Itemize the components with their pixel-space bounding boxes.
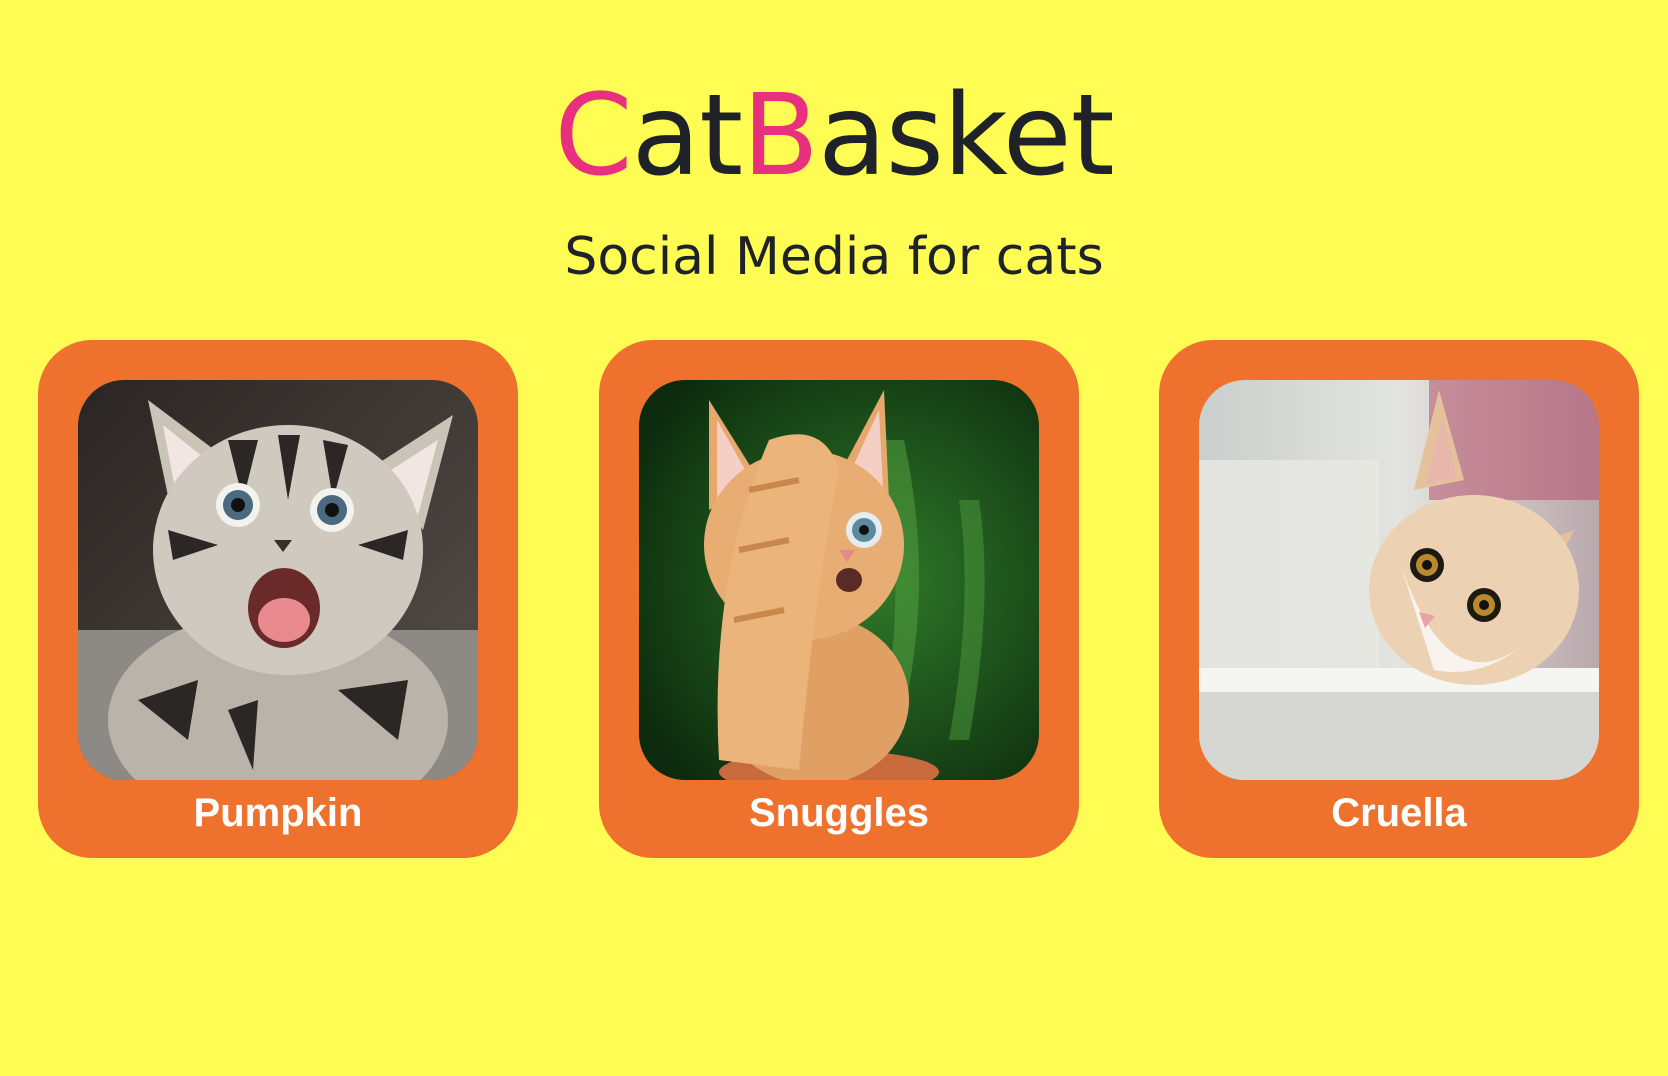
- cat-card-cruella[interactable]: Cruella: [1159, 340, 1639, 858]
- cat-name-pumpkin[interactable]: Pumpkin: [38, 788, 518, 838]
- tabby-kitten-image: [78, 380, 478, 780]
- brand-text-asket: asket: [817, 71, 1115, 201]
- brand-letter-b: B: [742, 71, 819, 201]
- cat-photo-pumpkin[interactable]: [78, 380, 478, 780]
- tagline: Social Media for cats: [564, 227, 1104, 287]
- cat-card-pumpkin[interactable]: Pumpkin: [38, 340, 518, 858]
- orange-kitten-image: [639, 380, 1039, 780]
- cat-photo-snuggles[interactable]: [639, 380, 1039, 780]
- cat-card-snuggles[interactable]: Snuggles: [599, 340, 1079, 858]
- cat-card-list: Pumpkin Snuggles Cruella: [38, 340, 1639, 860]
- cat-photo-cruella[interactable]: [1199, 380, 1599, 780]
- cat-name-snuggles[interactable]: Snuggles: [599, 788, 1079, 838]
- brand-logo[interactable]: CatBasket: [0, 72, 1668, 200]
- brand-text-at: at: [631, 71, 744, 201]
- page: CatBasket Social Media for cats Pumpkin …: [0, 0, 1668, 1076]
- cat-name-cruella[interactable]: Cruella: [1159, 788, 1639, 838]
- cream-cat-image: [1199, 380, 1599, 780]
- brand-letter-c: C: [554, 71, 632, 201]
